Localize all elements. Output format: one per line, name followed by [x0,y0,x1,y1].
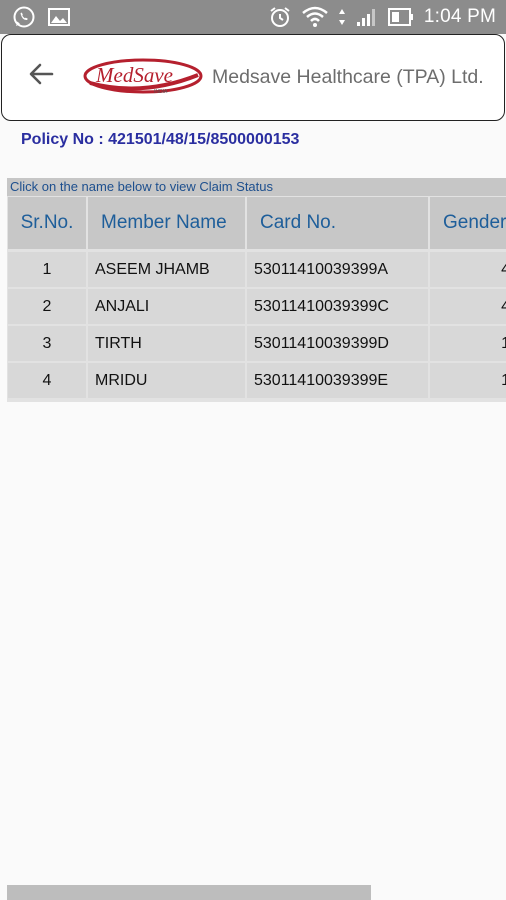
signal-icon [356,9,375,26]
image-icon [48,8,70,26]
table-row-1-sr: 1 [8,252,86,287]
member-name-link[interactable]: TIRTH [88,326,245,361]
table-row-4-sr: 4 [8,363,86,398]
members-table: Sr.No. Member Name Card No. Gender 1 ASE… [7,196,506,402]
header-member-name: Member Name [88,197,245,249]
table-row-3-sr: 3 [8,326,86,361]
table-row-1-card: 53011410039399A [247,252,428,287]
table-row-3-card: 53011410039399D [247,326,428,361]
member-name-link[interactable]: ASEEM JHAMB [88,252,245,287]
table-row-2-card: 53011410039399C [247,289,428,324]
battery-icon [387,8,413,26]
medsave-logo: MedSave INDIA [83,58,203,95]
horizontal-scrollbar[interactable] [7,885,371,900]
table-row-1-gender: 4 [430,252,506,287]
member-name-link[interactable]: ANJALI [88,289,245,324]
table-row-2-gender: 4 [430,289,506,324]
wifi-icon [302,6,328,27]
svg-text:INDIA: INDIA [154,89,168,95]
header-sr-no: Sr.No. [8,197,86,249]
policy-number: Policy No : 421501/48/15/8500000153 [21,131,300,148]
member-name-link[interactable]: MRIDU [88,363,245,398]
back-arrow-icon[interactable] [26,59,56,89]
whatsapp-icon [13,6,35,28]
table-row-3-gender: 1 [430,326,506,361]
data-arrows-icon [338,9,345,25]
table-row-4-gender: 1 [430,363,506,398]
table-row-2-sr: 2 [8,289,86,324]
info-hint: Click on the name below to view Claim St… [7,178,506,196]
header-gender: Gender [430,197,506,249]
status-bar: 1:04 PM [0,0,506,34]
svg-text:MedSave: MedSave [95,63,173,87]
header-card-no: Card No. [247,197,428,249]
app-header: MedSave INDIA Medsave Healthcare (TPA) L… [1,34,505,121]
status-time: 1:04 PM [423,6,496,27]
app-title: Medsave Healthcare (TPA) Ltd. [212,66,484,88]
table-row-4-card: 53011410039399E [247,363,428,398]
alarm-icon [270,7,290,27]
